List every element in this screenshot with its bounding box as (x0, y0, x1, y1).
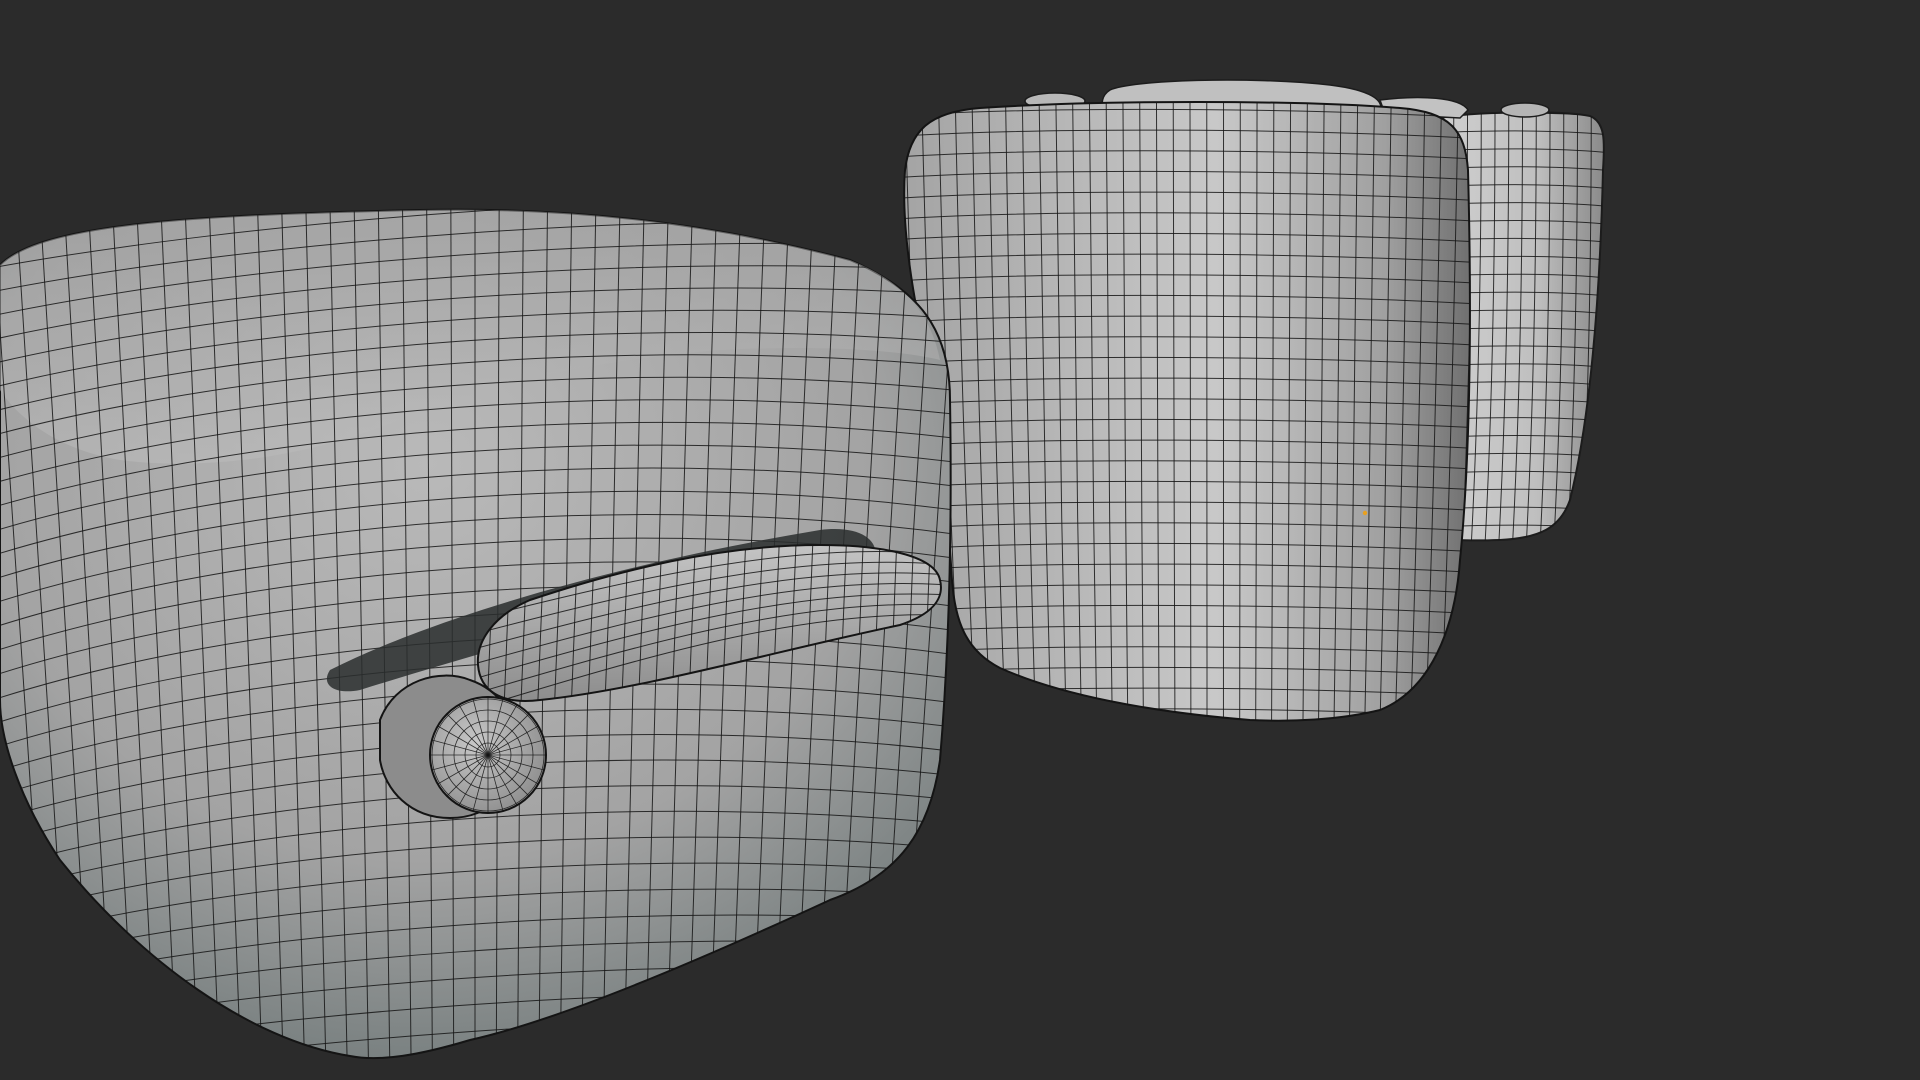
scene-canvas[interactable] (0, 0, 1920, 1080)
3d-viewport[interactable] (0, 0, 1920, 1080)
jerrycan-front[interactable] (0, 180, 980, 1080)
origin-marker (1362, 510, 1368, 516)
jerrycan-back-cap (1500, 102, 1550, 118)
jerrycan-middle[interactable] (890, 79, 1480, 738)
